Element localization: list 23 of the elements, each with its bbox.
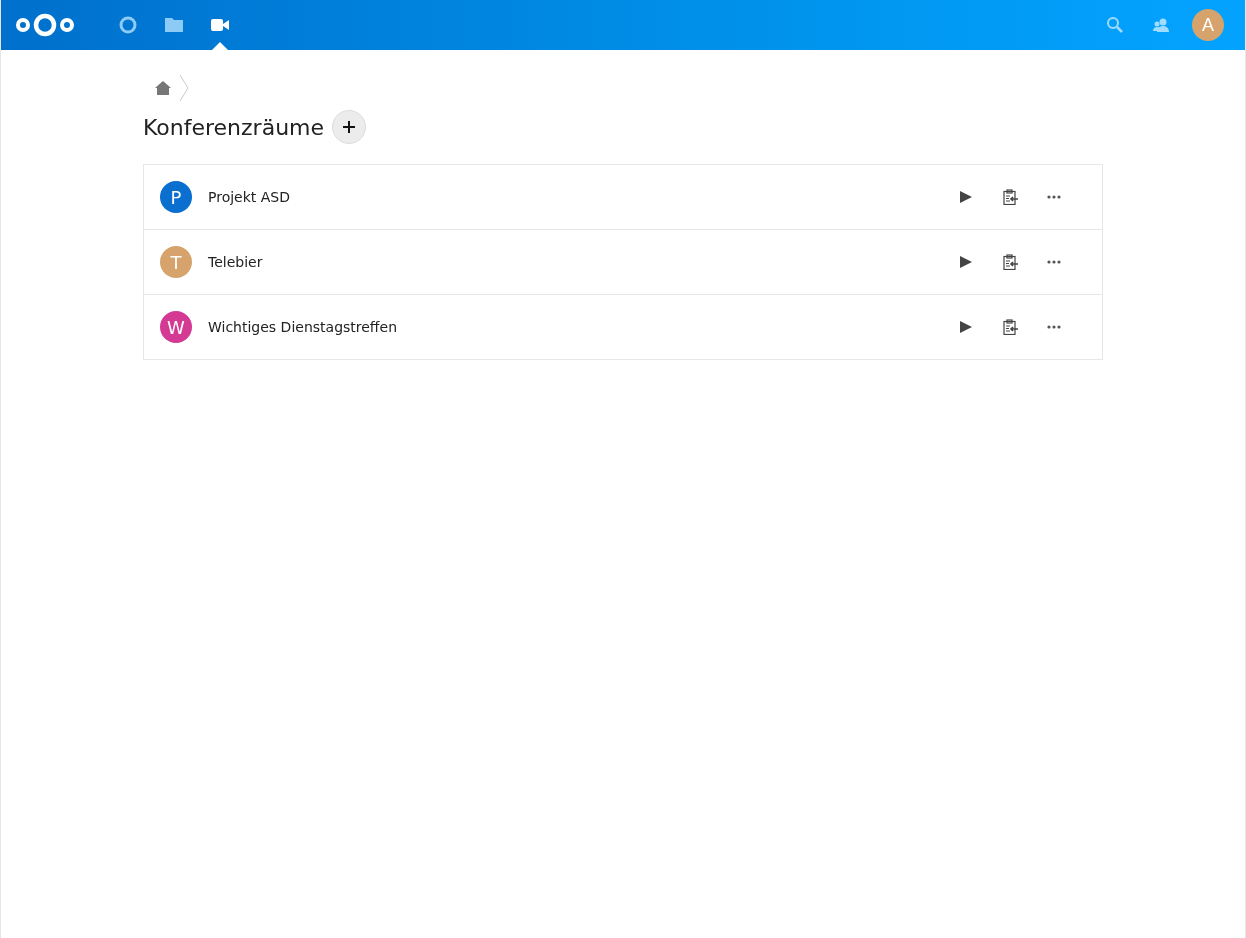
room-name[interactable]: Telebier [208, 254, 944, 270]
page-title: Konferenzräume [143, 114, 325, 140]
home-icon [155, 81, 171, 95]
clipboard-icon [1002, 189, 1018, 205]
room-avatar: W [160, 311, 192, 343]
circle-icon [118, 15, 138, 35]
folder-icon [164, 15, 184, 35]
play-icon [958, 189, 974, 205]
room-avatar: P [160, 181, 192, 213]
plus-icon [342, 120, 357, 134]
room-name[interactable]: Projekt ASD [208, 189, 944, 205]
play-icon [958, 319, 974, 335]
search-icon [1106, 16, 1124, 34]
clipboard-icon [1002, 319, 1018, 335]
clipboard-icon [1002, 254, 1018, 270]
play-icon [958, 254, 974, 270]
breadcrumb-separator-icon [179, 75, 189, 101]
room-name[interactable]: Wichtiges Dienstagstreffen [208, 319, 944, 335]
home-button[interactable] [153, 78, 173, 98]
room-avatar: T [160, 246, 192, 278]
add-button[interactable] [332, 110, 367, 144]
people-icon [1152, 16, 1170, 34]
logo[interactable] [15, 12, 75, 38]
